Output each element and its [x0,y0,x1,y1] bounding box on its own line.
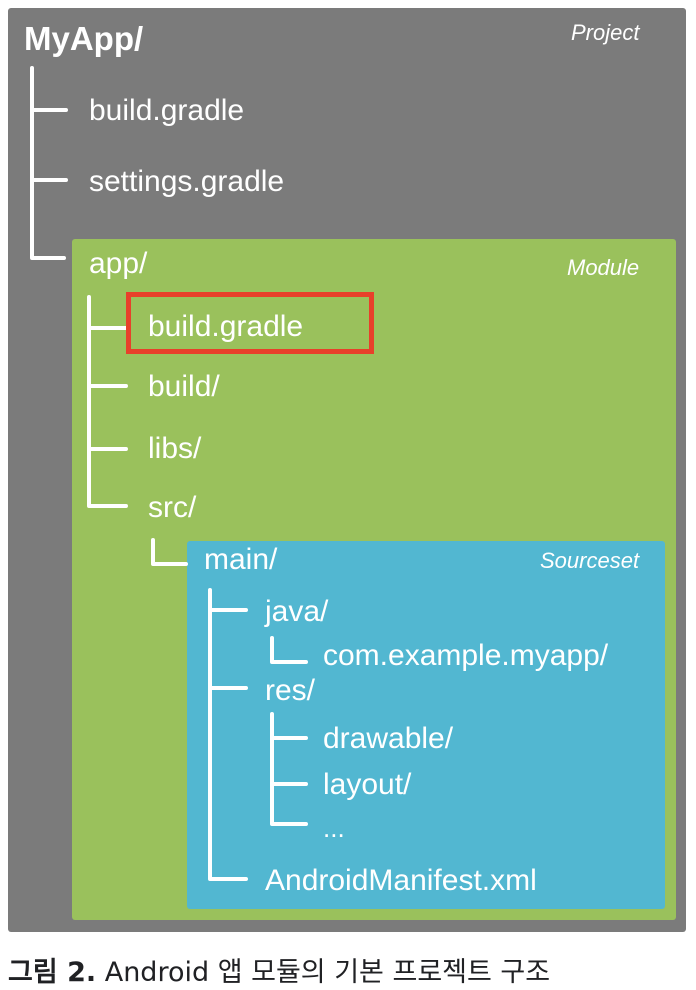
res-drawable-folder: drawable/ [323,722,454,755]
project-settings-gradle: settings.gradle [89,165,285,198]
project-root-folder: MyApp/ [24,20,144,57]
caption-label: 그림 2. [8,957,97,988]
res-layout-folder: layout/ [323,768,412,801]
highlight-box [126,292,374,354]
module-libs-folder: libs/ [148,432,202,465]
android-manifest-file: AndroidManifest.xml [265,864,537,897]
sourceset-root-folder: main/ [204,543,278,576]
module-src-folder: src/ [148,491,197,524]
module-root-folder: app/ [89,247,148,280]
module-label: Module [567,255,640,280]
res-ellipsis: ... [323,813,345,843]
figure-caption: 그림 2. Android 앱 모듈의 기본 프로젝트 구조 [8,950,550,989]
module-build-folder: build/ [148,370,220,403]
caption-text: Android 앱 모듈의 기본 프로젝트 구조 [104,957,551,988]
project-label: Project [571,20,640,45]
project-build-gradle: build.gradle [89,94,245,127]
java-package-folder: com.example.myapp/ [323,639,609,672]
sourceset-label: Sourceset [540,548,640,573]
res-folder: res/ [265,674,316,707]
java-folder: java/ [265,595,329,628]
